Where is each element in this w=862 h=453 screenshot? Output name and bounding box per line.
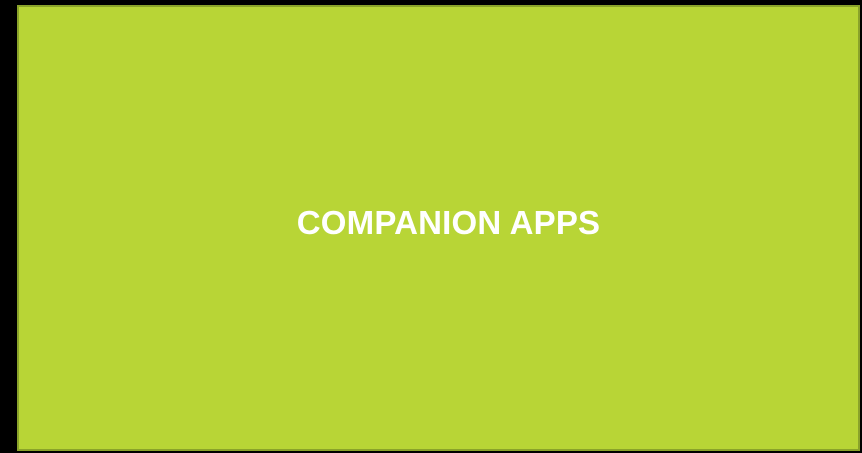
panel-title: COMPANION APPS	[296, 204, 601, 241]
slide-stage: COMPANION APPS	[0, 0, 862, 453]
companion-apps-panel: COMPANION APPS	[17, 5, 860, 451]
